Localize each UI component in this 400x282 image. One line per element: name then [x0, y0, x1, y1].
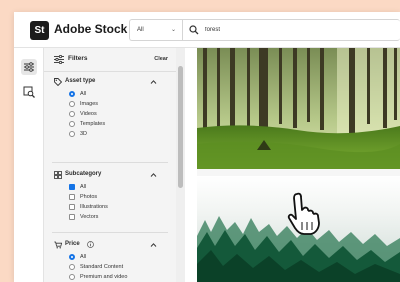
section-divider [52, 162, 168, 163]
filters-toggle-button[interactable] [21, 59, 37, 75]
radio-selected[interactable] [69, 91, 75, 97]
search-category-value: All [137, 27, 144, 33]
hand-pointer-cursor-icon [287, 192, 320, 235]
option-label: Photos [80, 194, 98, 200]
subcategory-option-all[interactable]: All [44, 182, 176, 192]
radio-selected[interactable] [69, 254, 75, 260]
chevron-up-icon [150, 243, 157, 247]
option-label: Images [80, 101, 99, 107]
adobe-stock-logo[interactable]: St [30, 21, 49, 40]
option-label: Illustrations [80, 204, 108, 210]
app-window: St Adobe Stock All ⌄ forest Filters Clea… [14, 12, 400, 282]
asset-type-option-all[interactable]: All [44, 89, 176, 99]
asset-type-option-videos[interactable]: Videos [44, 109, 176, 119]
option-label: Standard Content [80, 264, 124, 270]
scrollbar-thumb[interactable] [178, 66, 183, 188]
tag-icon [54, 78, 62, 86]
filters-scrollbar[interactable] [176, 48, 185, 282]
checkbox-checked[interactable] [69, 184, 75, 190]
search-bar: All ⌄ [129, 19, 400, 41]
search-results [197, 48, 400, 282]
checkbox[interactable] [69, 194, 75, 200]
search-category-select[interactable]: All ⌄ [130, 20, 183, 40]
option-label: Videos [80, 111, 97, 117]
filters-header: Filters Clear [44, 48, 176, 72]
option-label: All [80, 91, 87, 97]
info-icon[interactable] [87, 241, 94, 248]
price-header[interactable]: Price [44, 238, 176, 252]
subcategory-option-photos[interactable]: Photos [44, 192, 176, 202]
filters-panel: Filters Clear Asset type All Images Vide… [44, 48, 176, 282]
forest-sunlight-image [197, 48, 400, 169]
price-title: Price [65, 241, 80, 247]
subcategory-option-illustrations[interactable]: Illustrations [44, 202, 176, 212]
asset-type-header[interactable]: Asset type [44, 75, 176, 89]
brand-name[interactable]: Adobe Stock [54, 22, 127, 36]
price-option-standard[interactable]: Standard Content [44, 262, 176, 272]
search-input[interactable] [205, 23, 385, 37]
clear-filters-link[interactable]: Clear [154, 56, 168, 62]
radio[interactable] [69, 274, 75, 280]
option-label: Vectors [80, 214, 99, 220]
price-option-all[interactable]: All [44, 252, 176, 262]
chevron-down-icon: ⌄ [170, 27, 176, 33]
subcategory-header[interactable]: Subcategory [44, 168, 176, 182]
radio[interactable] [69, 264, 75, 270]
radio[interactable] [69, 101, 75, 107]
sliders-icon [24, 62, 34, 72]
forest-sunlight-photo[interactable] [197, 48, 400, 169]
radio[interactable] [69, 111, 75, 117]
option-label: Templates [80, 121, 106, 127]
filters-icon [54, 55, 64, 64]
asset-type-title: Asset type [65, 78, 96, 84]
asset-type-section: Asset type All Images Videos Templates 3… [44, 75, 176, 139]
section-divider [52, 232, 168, 233]
chevron-up-icon [150, 173, 157, 177]
checkbox[interactable] [69, 214, 75, 220]
subcategory-section: Subcategory All Photos Illustrations Vec… [44, 168, 176, 222]
asset-type-option-images[interactable]: Images [44, 99, 176, 109]
filters-title: Filters [68, 55, 88, 62]
subcategory-option-vectors[interactable]: Vectors [44, 212, 176, 222]
asset-type-option-3d[interactable]: 3D [44, 129, 176, 139]
radio[interactable] [69, 131, 75, 137]
price-section: Price All Standard Content Premium and v… [44, 238, 176, 282]
checkbox[interactable] [69, 204, 75, 210]
left-icon-rail [14, 48, 44, 282]
option-label: All [80, 254, 87, 260]
visual-search-button[interactable] [21, 84, 37, 100]
cart-icon [54, 241, 62, 249]
option-label: All [80, 184, 87, 190]
subcategory-title: Subcategory [65, 171, 102, 177]
option-label: 3D [80, 131, 88, 137]
price-option-premium[interactable]: Premium and video [44, 272, 176, 282]
search-icon[interactable] [189, 25, 199, 35]
grid-icon [54, 171, 62, 179]
chevron-up-icon [150, 80, 157, 84]
image-search-icon [23, 86, 35, 98]
option-label: Premium and video [80, 274, 128, 280]
top-bar: St Adobe Stock All ⌄ [14, 12, 400, 48]
radio[interactable] [69, 121, 75, 127]
asset-type-option-templates[interactable]: Templates [44, 119, 176, 129]
